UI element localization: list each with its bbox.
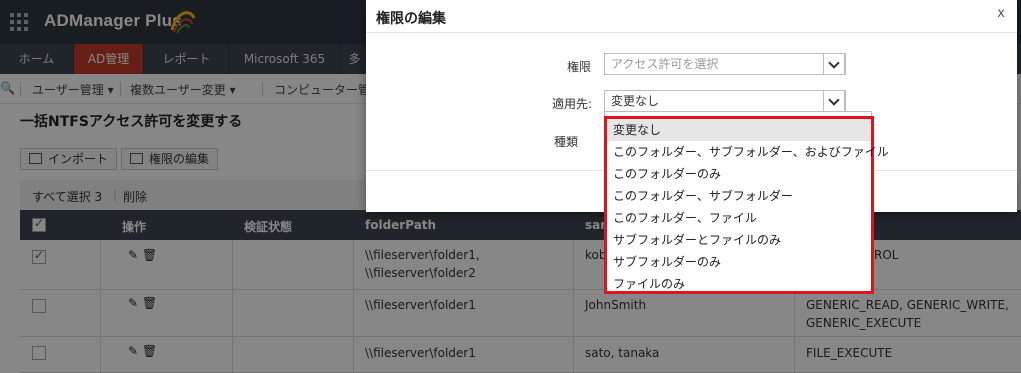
dropdown-option[interactable]: サブフォルダーとファイルのみ [607, 229, 871, 251]
dropdown-option[interactable]: このフォルダー、サブフォルダー [607, 185, 871, 207]
apply-to-dropdown: 変更なし このフォルダー、サブフォルダー、およびファイル このフォルダーのみ こ… [604, 116, 889, 295]
dropdown-option[interactable]: このフォルダーのみ [607, 163, 871, 185]
apply-to-select[interactable]: 変更なし [604, 90, 846, 112]
dropdown-option[interactable]: サブフォルダーのみ [607, 251, 871, 273]
dropdown-option[interactable]: ファイルのみ [607, 273, 871, 295]
dropdown-option[interactable]: このフォルダー、サブフォルダー、およびファイル [607, 141, 889, 163]
chevron-down-icon [823, 90, 845, 112]
type-label: 種類 [554, 135, 579, 149]
dialog-title: 権限の編集 [376, 11, 446, 27]
permission-label: 権限 [567, 60, 592, 74]
permission-select[interactable]: アクセス許可を選択 [604, 53, 846, 75]
dropdown-option[interactable]: 変更なし [607, 119, 871, 141]
dropdown-option[interactable]: このフォルダー、ファイル [607, 207, 871, 229]
close-icon[interactable]: x [997, 6, 1005, 21]
chevron-down-icon [823, 53, 845, 75]
apply-to-label: 適用先: [552, 97, 593, 111]
